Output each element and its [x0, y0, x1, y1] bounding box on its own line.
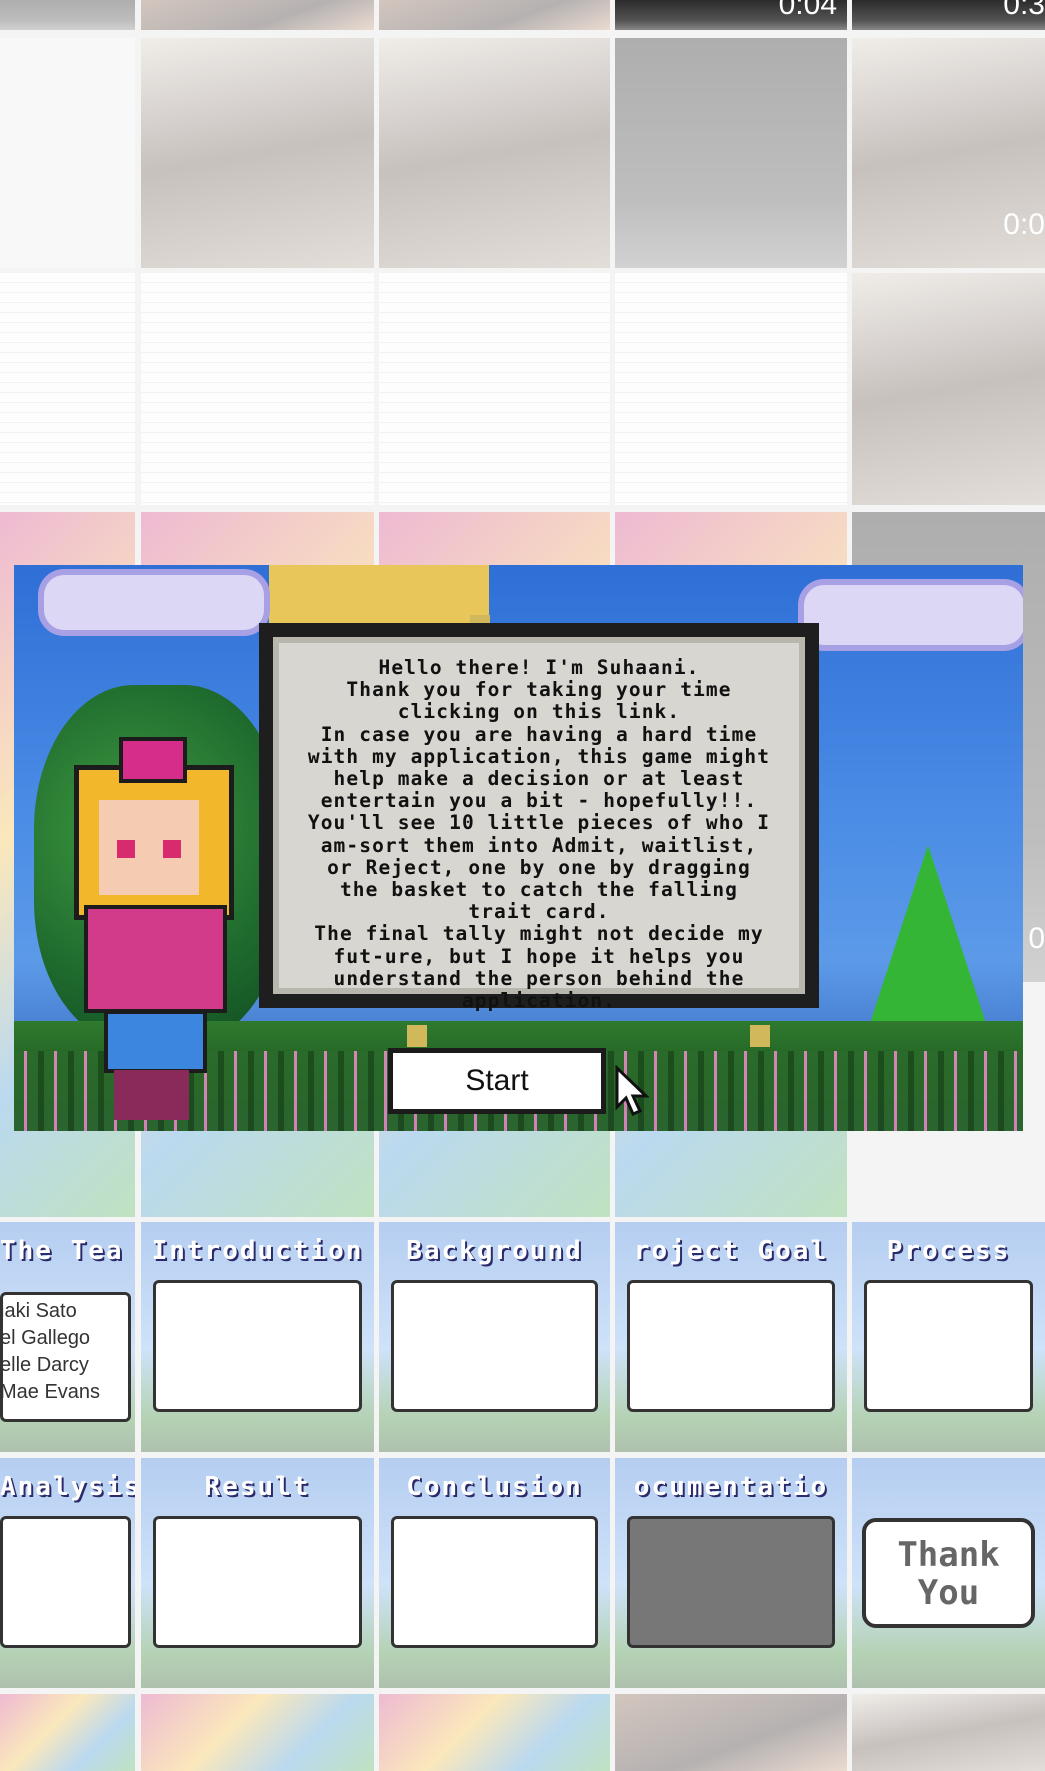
- slide-title: Result: [204, 1472, 311, 1502]
- slide-tile[interactable]: Introduction: [141, 1222, 374, 1452]
- video-duration: 0:3: [1003, 0, 1045, 21]
- cloud-icon: [44, 575, 264, 630]
- slide-tile[interactable]: roject Goal: [615, 1222, 847, 1452]
- slide-tile[interactable]: Analysis: [0, 1458, 135, 1688]
- gallery-tile[interactable]: [852, 1694, 1045, 1771]
- video-duration: 0: [1028, 922, 1045, 955]
- team-name: iaki Sato: [0, 1300, 77, 1322]
- start-button-label: Start: [465, 1064, 529, 1097]
- character-face: [99, 800, 199, 895]
- slide-title: Background: [406, 1236, 583, 1266]
- pine-tree-icon: [863, 845, 993, 1045]
- gallery-tile[interactable]: [0, 273, 135, 505]
- character-legs: [114, 1070, 189, 1120]
- slide-tile[interactable]: The Tea iaki Sato el Gallego elle Darcy …: [0, 1222, 135, 1452]
- gallery-tile[interactable]: [379, 1694, 610, 1771]
- gallery-tile[interactable]: [379, 273, 610, 505]
- message-sign: Hello there! I'm Suhaani. Thank you for …: [259, 623, 819, 1012]
- gallery-tile[interactable]: [141, 0, 374, 30]
- gallery-tile[interactable]: [141, 273, 374, 505]
- gallery-tile[interactable]: [615, 1694, 847, 1771]
- slide-title: Process: [886, 1236, 1011, 1266]
- slide-card: [153, 1280, 362, 1412]
- slide-card: [627, 1516, 835, 1648]
- gallery-tile[interactable]: [141, 1694, 374, 1771]
- character-pants: [104, 1010, 207, 1073]
- video-duration: 0:0: [1003, 208, 1045, 241]
- cloud-icon: [804, 585, 1023, 645]
- slide-title: Introduction: [151, 1236, 364, 1266]
- sign-post: [407, 1025, 427, 1047]
- slide-title: roject Goal: [633, 1236, 829, 1266]
- gallery-tile[interactable]: [615, 38, 847, 268]
- sun-decoration: [269, 565, 489, 625]
- message-sign-panel: Hello there! I'm Suhaani. Thank you for …: [273, 637, 805, 1012]
- slide-card: [0, 1516, 131, 1648]
- gallery-tile[interactable]: [0, 1694, 135, 1771]
- slide-title: The Tea: [0, 1236, 124, 1266]
- slide-title: ocumentatio: [633, 1472, 829, 1502]
- gallery-tile[interactable]: [0, 38, 135, 268]
- team-name: elle Darcy: [0, 1354, 89, 1376]
- gallery-tile[interactable]: 0:0: [852, 38, 1045, 268]
- team-name: el Gallego: [0, 1327, 91, 1349]
- slide-tile[interactable]: Background: [379, 1222, 610, 1452]
- slide-card: [153, 1516, 362, 1648]
- slide-tile[interactable]: Result: [141, 1458, 374, 1688]
- slide-tile[interactable]: Conclusion: [379, 1458, 610, 1688]
- gallery-tile[interactable]: [0, 0, 135, 30]
- start-button[interactable]: Start: [388, 1048, 606, 1114]
- gallery-tile[interactable]: [379, 0, 610, 30]
- gallery-tile[interactable]: [852, 273, 1045, 505]
- team-name: Mae Evans: [0, 1381, 101, 1403]
- intro-message: Hello there! I'm Suhaani. Thank you for …: [307, 656, 771, 1013]
- hair-bow-icon: [119, 737, 187, 783]
- thank-you-card: Thank You: [862, 1518, 1035, 1628]
- team-names: iaki Sato el Gallego elle Darcy Mae Evan…: [0, 1298, 100, 1406]
- character-sprite: [59, 725, 244, 1125]
- slide-card: [391, 1516, 598, 1648]
- slide-tile[interactable]: ocumentatio: [615, 1458, 847, 1688]
- video-duration: 0:04: [778, 0, 837, 21]
- slide-title: Conclusion: [406, 1472, 583, 1502]
- mouse-cursor-icon: [615, 1065, 650, 1116]
- eye-icon: [163, 840, 181, 858]
- slide-tile[interactable]: Thank You: [852, 1458, 1045, 1688]
- game-screen: Hello there! I'm Suhaani. Thank you for …: [14, 565, 1023, 1131]
- sign-post: [750, 1025, 770, 1047]
- eye-icon: [117, 840, 135, 858]
- slide-title: Analysis: [0, 1472, 135, 1502]
- gallery-tile[interactable]: [615, 273, 847, 505]
- slide-card: [627, 1280, 835, 1412]
- slide-tile[interactable]: Process: [852, 1222, 1045, 1452]
- slide-card: [391, 1280, 598, 1412]
- gallery-tile[interactable]: 0:04: [615, 0, 847, 30]
- gallery-tile[interactable]: 0:3: [852, 0, 1045, 30]
- gallery-tile[interactable]: [379, 38, 610, 268]
- character-shirt: [84, 905, 227, 1013]
- slide-card: [864, 1280, 1033, 1412]
- gallery-tile[interactable]: [141, 38, 374, 268]
